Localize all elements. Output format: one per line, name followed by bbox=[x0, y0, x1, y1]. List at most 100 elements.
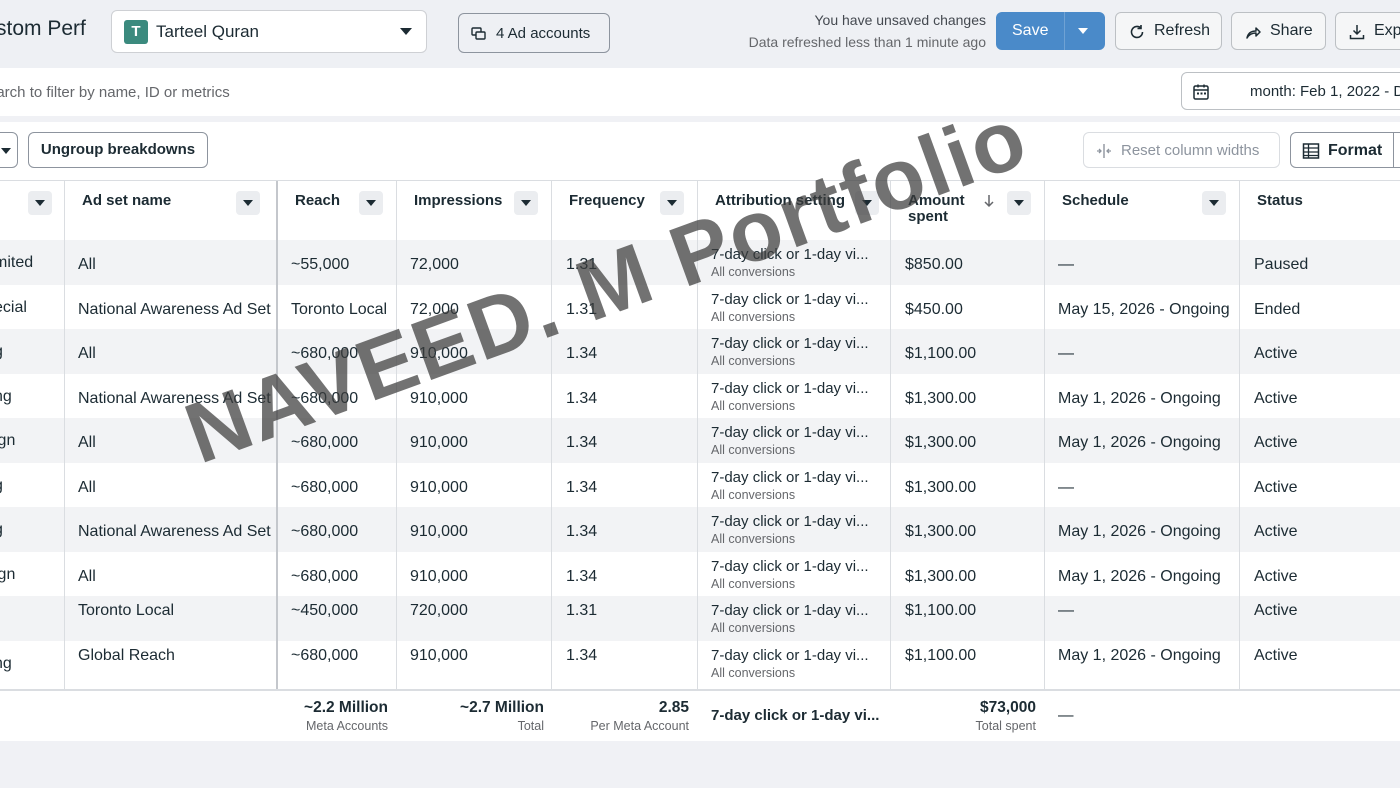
cell-reach: ~680,000 bbox=[291, 567, 359, 585]
save-options-chevron-icon[interactable] bbox=[1078, 28, 1088, 34]
table-row[interactable]: ign All ~680,000 910,000 1.34 7-day click or … bbox=[0, 552, 1400, 597]
column-header-label: Status bbox=[1257, 192, 1303, 209]
cell-schedule: May 1, 2026 - Ongoing bbox=[1058, 567, 1221, 585]
ungroup-breakdowns-button[interactable]: Ungroup breakdowns bbox=[28, 132, 208, 168]
cell-campaign[interactable]: g bbox=[0, 521, 3, 539]
column-header-reach[interactable]: Reach bbox=[278, 181, 396, 239]
total-amount-spent: $73,000 Total spent bbox=[975, 699, 1036, 733]
cell-impressions: 910,000 bbox=[410, 434, 468, 451]
column-header-label: Amount spent bbox=[908, 192, 965, 225]
cell-campaign[interactable]: ign bbox=[0, 566, 15, 584]
column-menu-chevron-icon[interactable] bbox=[28, 191, 52, 215]
cell-adset[interactable]: All bbox=[78, 479, 96, 497]
search-input[interactable] bbox=[0, 78, 688, 106]
cell-campaign[interactable]: ecial bbox=[0, 299, 27, 317]
cell-attribution-sub: All conversions bbox=[711, 443, 796, 457]
chevron-down-icon bbox=[400, 28, 412, 35]
cell-frequency: 1.34 bbox=[566, 478, 598, 496]
save-divider bbox=[1064, 12, 1065, 50]
cell-schedule: May 1, 2026 - Ongoing bbox=[1058, 523, 1221, 540]
total-attribution: 7-day click or 1-day vi... bbox=[711, 707, 880, 724]
cell-campaign[interactable]: g bbox=[0, 477, 3, 495]
column-header-frequency[interactable]: Frequency bbox=[552, 181, 697, 239]
save-button[interactable]: Save bbox=[996, 12, 1105, 50]
cell-adset[interactable]: National Awareness Ad Set bbox=[78, 301, 271, 319]
data-refreshed-text: Data refreshed less than 1 minute ago bbox=[748, 34, 986, 50]
cell-amount: $1,300.00 bbox=[905, 389, 977, 407]
format-button[interactable]: Format bbox=[1290, 132, 1400, 168]
column-menu-chevron-icon[interactable] bbox=[236, 191, 260, 215]
ad-accounts-button[interactable]: 4 Ad accounts bbox=[458, 13, 610, 53]
column-header-status[interactable]: Status bbox=[1240, 181, 1400, 239]
cell-adset[interactable]: Toronto Local bbox=[78, 602, 174, 620]
cell-amount: $1,100.00 bbox=[905, 646, 977, 664]
table-toolbar: Ungroup breakdowns Reset column widths F… bbox=[0, 122, 1400, 180]
column-header-amount-spent[interactable]: Amount spent bbox=[891, 181, 1044, 239]
cell-status: Paused bbox=[1254, 256, 1309, 273]
column-header-schedule[interactable]: Schedule bbox=[1045, 181, 1239, 239]
cell-reach: Toronto Local bbox=[291, 300, 388, 318]
cell-amount: $450.00 bbox=[905, 300, 963, 318]
cell-campaign[interactable]: ign bbox=[0, 432, 15, 450]
share-button[interactable]: Share bbox=[1231, 12, 1326, 50]
table-row[interactable]: ign All ~680,000 910,000 1.34 7-day click or … bbox=[0, 418, 1400, 463]
export-icon bbox=[1349, 25, 1365, 40]
cell-campaign[interactable]: ng bbox=[0, 655, 12, 673]
cell-amount: $1,100.00 bbox=[905, 345, 977, 362]
date-range-picker[interactable]: month: Feb 1, 2022 - D bbox=[1181, 72, 1400, 110]
column-divider bbox=[890, 181, 891, 741]
table-row[interactable]: ng National Awareness Ad Set ~680,000 910,0… bbox=[0, 374, 1400, 419]
cell-frequency: 1.31 bbox=[566, 602, 598, 619]
table-row[interactable]: mited All ~55,000 72,000 1.31 7-day click or … bbox=[0, 240, 1400, 285]
account-name: Tarteel Quran bbox=[156, 22, 259, 41]
cell-adset[interactable]: All bbox=[78, 434, 96, 452]
export-button[interactable]: Expo bbox=[1335, 12, 1400, 50]
total-impressions: ~2.7 Million Total bbox=[460, 699, 544, 733]
cell-adset[interactable]: National Awareness Ad Set bbox=[78, 390, 271, 408]
cell-impressions: 910,000 bbox=[410, 478, 468, 496]
table-row[interactable]: Toronto Local ~450,000 720,000 1.31 7-day cl… bbox=[0, 596, 1400, 641]
refresh-button[interactable]: Refresh bbox=[1115, 12, 1222, 50]
cell-impressions: 720,000 bbox=[410, 602, 468, 619]
cell-attribution-sub: All conversions bbox=[711, 532, 796, 546]
cell-campaign[interactable]: mited bbox=[0, 254, 33, 272]
table-row[interactable]: g National Awareness Ad Set ~680,000 910,00… bbox=[0, 507, 1400, 552]
cell-status: Ended bbox=[1254, 300, 1301, 318]
column-menu-chevron-icon[interactable] bbox=[660, 191, 684, 215]
column-menu-chevron-icon[interactable] bbox=[855, 191, 879, 215]
table-row[interactable]: ng Global Reach ~680,000 910,000 1.34 7-day c… bbox=[0, 641, 1400, 686]
column-header-campaign[interactable] bbox=[0, 181, 64, 239]
cell-schedule: May 1, 2026 - Ongoing bbox=[1058, 389, 1221, 407]
unsaved-changes-text: You have unsaved changes bbox=[814, 12, 986, 28]
cell-adset[interactable]: National Awareness Ad Set bbox=[78, 523, 271, 541]
column-menu-chevron-icon[interactable] bbox=[1007, 191, 1031, 215]
accounts-icon bbox=[471, 27, 486, 40]
account-select[interactable]: T Tarteel Quran bbox=[111, 10, 427, 53]
sort-descending-icon[interactable] bbox=[983, 193, 995, 209]
cell-campaign[interactable]: g bbox=[0, 343, 3, 361]
cell-attribution: 7-day click or 1-day vi... bbox=[711, 602, 869, 619]
table-row[interactable]: ecial National Awareness Ad Set Toronto Lo… bbox=[0, 285, 1400, 330]
cell-reach: ~55,000 bbox=[291, 256, 350, 273]
cell-adset[interactable]: All bbox=[78, 345, 96, 363]
cell-frequency: 1.34 bbox=[566, 646, 598, 664]
cell-adset[interactable]: Global Reach bbox=[78, 647, 175, 665]
column-header-impressions[interactable]: Impressions bbox=[397, 181, 551, 239]
column-menu-chevron-icon[interactable] bbox=[359, 191, 383, 215]
column-menu-chevron-icon[interactable] bbox=[514, 191, 538, 215]
table-row[interactable]: g All ~680,000 910,000 1.34 7-day click or 1-… bbox=[0, 329, 1400, 374]
column-menu-chevron-icon[interactable] bbox=[1202, 191, 1226, 215]
cell-adset[interactable]: All bbox=[78, 568, 96, 586]
column-divider bbox=[64, 181, 65, 741]
cell-impressions: 910,000 bbox=[410, 523, 468, 540]
cell-adset[interactable]: All bbox=[78, 256, 96, 274]
column-header-attribution[interactable]: Attribution setting bbox=[698, 181, 890, 239]
column-divider bbox=[697, 181, 698, 741]
column-header-label: Impressions bbox=[414, 192, 503, 209]
breakdown-dropdown[interactable] bbox=[0, 132, 18, 168]
reset-column-widths-button[interactable]: Reset column widths bbox=[1083, 132, 1280, 168]
cell-attribution: 7-day click or 1-day vi... bbox=[711, 424, 869, 441]
cell-campaign[interactable]: ng bbox=[0, 388, 12, 406]
column-header-adset[interactable]: Ad set name bbox=[65, 181, 276, 239]
table-row[interactable]: g All ~680,000 910,000 1.34 7-day click or 1-… bbox=[0, 463, 1400, 508]
